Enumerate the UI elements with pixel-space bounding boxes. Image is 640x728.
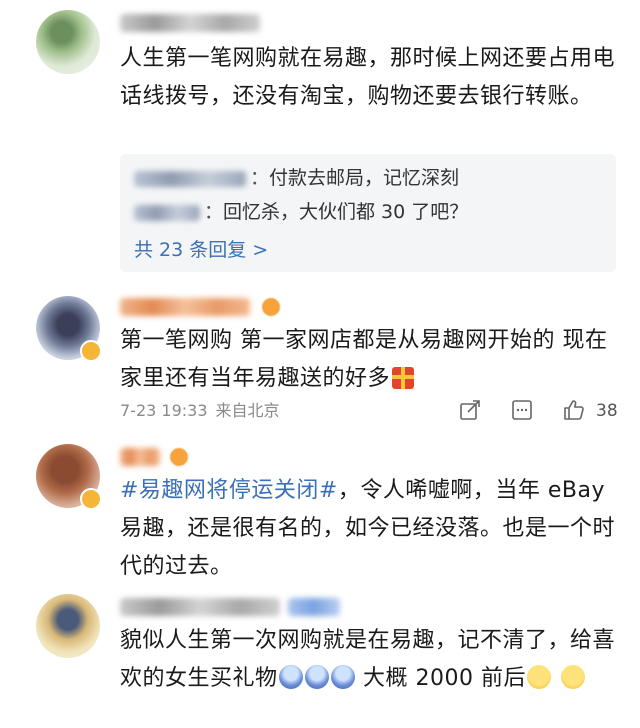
reply-username-blurred[interactable] [134, 204, 200, 221]
username-blurred[interactable] [120, 448, 160, 466]
comment-text: 人生第一笔网购就在易趣，那时候上网还要占用电话线拨号，还没有淘宝，购物还要去银行… [120, 46, 616, 109]
laugh-cry-emoji-icon [560, 665, 585, 689]
verified-badge-icon [80, 340, 102, 362]
verified-badge-icon [80, 488, 102, 510]
member-crown-icon [170, 448, 188, 466]
username-blurred[interactable] [120, 298, 250, 316]
comment-meta: 7-23 19:33 来自北京 [120, 401, 280, 421]
reply-username-blurred[interactable] [134, 170, 246, 187]
comment-text: #易趣网将停运关闭#，令人唏嘘啊，当年 eBay 易趣，还是很有名的，如今已经没… [120, 478, 616, 579]
timestamp: 7-23 19:33 [120, 401, 208, 420]
comment-feed: 人生第一笔网购就在易趣，那时候上网还要占用电话线拨号，还没有淘宝，购物还要去银行… [0, 0, 640, 728]
member-crown-icon [262, 298, 280, 316]
comment-text: 貌似人生第一次网购就是在易趣，记不清了，给喜欢的女生买礼物 大概 2000 前后 [120, 628, 616, 691]
laugh-cry-emoji-icon [527, 665, 551, 689]
reply-text: 回忆杀，大伙们都 30 了吧？ [223, 201, 469, 223]
like-icon[interactable] [562, 398, 586, 422]
reply-preview-box[interactable]: ：付款去邮局，记忆深刻 ：回忆杀，大伙们都 30 了吧？ 共 23 条回复 > [120, 154, 616, 272]
scream-emoji-icon [330, 665, 355, 689]
like-count: 38 [596, 401, 618, 421]
comment-text: 第一笔网购 第一家网店都是从易趣网开始的 现在家里还有当年易趣送的好多 [120, 328, 608, 391]
scream-emoji-icon [278, 665, 303, 689]
reply-item[interactable]: ：付款去邮局，记忆深刻 [134, 164, 459, 192]
username-blurred[interactable] [120, 598, 280, 616]
share-icon[interactable] [458, 398, 482, 422]
hashtag-link[interactable]: #易趣网将停运关闭# [120, 478, 338, 503]
user-tag-blurred [288, 598, 340, 616]
reply-item[interactable]: ：回忆杀，大伙们都 30 了吧？ [134, 198, 468, 226]
location: 来自北京 [215, 401, 280, 420]
avatar[interactable] [36, 10, 100, 74]
scream-emoji-icon [304, 665, 329, 689]
view-more-replies-link[interactable]: 共 23 条回复 > [134, 236, 268, 264]
reply-text: 付款去邮局，记忆深刻 [269, 167, 460, 189]
username-blurred[interactable] [120, 14, 260, 32]
comment-icon[interactable] [510, 398, 534, 422]
avatar[interactable] [36, 594, 100, 658]
gift-icon [392, 367, 415, 389]
